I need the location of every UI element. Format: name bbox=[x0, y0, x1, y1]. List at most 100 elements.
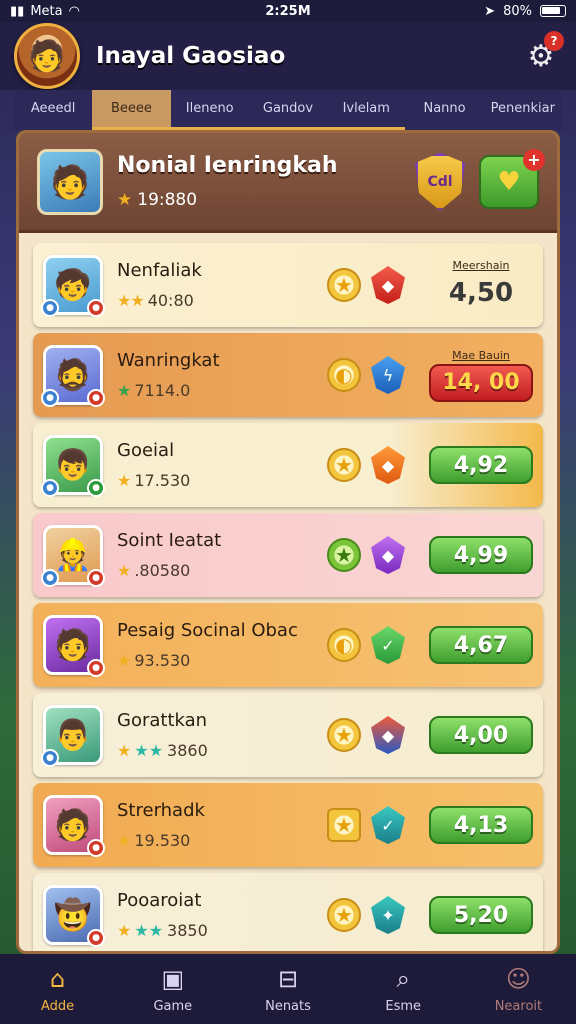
shield-label: Cdl bbox=[427, 173, 453, 190]
player-score: 17.530 bbox=[134, 471, 191, 490]
nav-label: Adde bbox=[41, 998, 75, 1014]
status-bar: ▮▮ Meta ◠ 2:25M ➤ 80% bbox=[0, 0, 576, 22]
coin-icon: ◐ bbox=[327, 628, 361, 662]
avatar: 👷 ● ● bbox=[41, 525, 105, 587]
star-icon: ★★ bbox=[117, 291, 145, 310]
home-icon: ⌂ bbox=[49, 964, 66, 993]
tab-3[interactable]: Gandov bbox=[248, 90, 328, 130]
nav-label: Game bbox=[153, 998, 193, 1014]
player-score: .80580 bbox=[134, 561, 191, 580]
settings-button[interactable]: ⚙ ? bbox=[520, 31, 564, 77]
badge-icon: ★ bbox=[327, 808, 361, 842]
ruby-gem-icon: ◆ bbox=[371, 266, 405, 304]
coin-icon: ◐ bbox=[327, 358, 361, 392]
rank-badge: ● bbox=[87, 479, 105, 497]
tab-4[interactable]: Ivlelam bbox=[327, 90, 406, 130]
list-item[interactable]: 👨 ● Gorattkan ★ ★★ 3860 ★ ◆ 4,00 bbox=[33, 693, 543, 777]
heart-icon: ♥ bbox=[497, 166, 521, 197]
avatar: 🧒 ● ● bbox=[41, 255, 105, 317]
nav-label: Esme bbox=[385, 998, 422, 1014]
value-button[interactable]: 4,67 bbox=[429, 626, 533, 664]
star-icon: ★ bbox=[117, 741, 131, 760]
list-item[interactable]: 🤠 ● Pooaroiat ★ ★★ 3850 ★ ✦ 5,20 bbox=[33, 873, 543, 951]
star-icon: ★ bbox=[117, 471, 131, 490]
nav-search[interactable]: ⌕ Esme bbox=[346, 954, 461, 1024]
star-icon: ★★ bbox=[134, 921, 164, 940]
reward-button[interactable]: ♥ + bbox=[479, 148, 545, 209]
level-badge: ● bbox=[41, 569, 59, 587]
orange-gem-icon: ◆ bbox=[371, 446, 405, 484]
nav-game[interactable]: ▣ Game bbox=[115, 954, 230, 1024]
player-score: 3850 bbox=[167, 921, 208, 940]
green-star-icon: ★ bbox=[327, 538, 361, 572]
profile-icon: ☺ bbox=[505, 964, 531, 993]
nav-home[interactable]: ⌂ Adde bbox=[0, 954, 115, 1024]
teal-gem-icon: ✦ bbox=[371, 896, 405, 934]
nav-label: Nenats bbox=[265, 998, 311, 1014]
star-icon: ★ bbox=[117, 381, 131, 400]
player-score: 7114.0 bbox=[134, 381, 191, 400]
player-score: 93.530 bbox=[134, 651, 191, 670]
value-button[interactable]: 14, 00 bbox=[429, 363, 533, 402]
shield-badge[interactable]: Cdl bbox=[415, 152, 465, 211]
list-item[interactable]: 👷 ● ● Soint Ieatat ★ .80580 ★ ◆ 4,99 bbox=[33, 513, 543, 597]
rank-badge: ● bbox=[87, 659, 105, 677]
sapphire-gem-icon: ϟ bbox=[371, 356, 405, 394]
level-badge: ● bbox=[41, 479, 59, 497]
player-name: Goeial bbox=[117, 440, 175, 461]
search-icon: ⌕ bbox=[396, 964, 410, 993]
teal-gem-icon: ✓ bbox=[371, 806, 405, 844]
notification-badge: ? bbox=[544, 31, 564, 51]
player-score: 19.530 bbox=[134, 831, 191, 850]
star-coin-icon: ★ bbox=[327, 898, 361, 932]
star-coin-icon: ★ bbox=[327, 448, 361, 482]
tab-2[interactable]: Ilenenо bbox=[170, 90, 249, 130]
list-item[interactable]: 🧔 ● ● Wanringkat ★ 7114.0 ◐ ϟ Mae Bauin 1… bbox=[33, 333, 543, 417]
game-icon: ▣ bbox=[161, 964, 185, 993]
value-button[interactable]: 4,13 bbox=[429, 806, 533, 844]
list-item[interactable]: 🧑 ● Pesaig Socinal Obac ★ 93.530 ◐ ✓ 4,67 bbox=[33, 603, 543, 687]
rank-badge: ● bbox=[87, 839, 105, 857]
tab-0[interactable]: Aeeedl bbox=[14, 90, 92, 130]
star-icon: ★★ bbox=[134, 741, 164, 760]
panel-title: Nonial Ienringkah bbox=[117, 153, 338, 178]
level-badge: ● bbox=[41, 389, 59, 407]
tab-1[interactable]: Beeee bbox=[92, 90, 171, 130]
panel-score-value: 19:880 bbox=[137, 190, 198, 210]
value-button[interactable]: 4,00 bbox=[429, 716, 533, 754]
value-button[interactable]: 4,99 bbox=[429, 536, 533, 574]
value-button[interactable]: 5,20 bbox=[429, 896, 533, 934]
rank-badge: ● bbox=[87, 569, 105, 587]
emerald-gem-icon: ✓ bbox=[371, 626, 405, 664]
tab-6[interactable]: Penenkiar bbox=[484, 90, 562, 130]
app-title: Inayal Gaosiao bbox=[96, 43, 286, 69]
tab-5[interactable]: Nanno bbox=[405, 90, 483, 130]
battery-icon bbox=[540, 5, 566, 17]
list-item[interactable]: 👦 ● ● Goeial ★ 17.530 ★ ◆ 4,92 bbox=[33, 423, 543, 507]
nav-news[interactable]: ⊟ Nenats bbox=[230, 954, 345, 1024]
panel-header: 🧑 Nonial Ienringkah ★ 19:880 Cdl ♥ + bbox=[19, 133, 557, 233]
avatar: 🧔 ● ● bbox=[41, 345, 105, 407]
tab-bar: Aeeedl Beeee Ilenenо Gandov Ivlelam Nann… bbox=[14, 90, 562, 130]
star-coin-icon: ★ bbox=[327, 268, 361, 302]
avatar: 👦 ● ● bbox=[41, 435, 105, 497]
rank-badge: ● bbox=[87, 929, 105, 947]
list-item[interactable]: 🧑 ● Strerhadk ★ 19.530 ★ ✓ 4,13 bbox=[33, 783, 543, 867]
list-item[interactable]: 🧒 ● ● Nenfaliak ★★ 40:80 ★ ◆ Meershain 4,… bbox=[33, 243, 543, 327]
avatar: 👨 ● bbox=[41, 705, 103, 767]
player-name: Pesaig Socinal Obac bbox=[117, 620, 298, 641]
star-icon: ★ bbox=[117, 831, 131, 850]
player-avatar[interactable]: 🧑 bbox=[37, 148, 103, 215]
rank-badge: ● bbox=[87, 389, 105, 407]
level-badge: ● bbox=[41, 299, 59, 317]
app-header: 🧑 Inayal Gaosiao ⚙ ? bbox=[0, 22, 576, 90]
user-avatar[interactable]: 🧑 bbox=[14, 23, 80, 89]
value-button[interactable]: 4,92 bbox=[429, 446, 533, 484]
crest-gem-icon: ◆ bbox=[371, 716, 405, 754]
nav-label: Nearoit bbox=[494, 998, 543, 1014]
rank-badge: ● bbox=[87, 299, 105, 317]
bottom-nav: ⌂ Adde ▣ Game ⊟ Nenats ⌕ Esme ☺ Nearoit bbox=[0, 954, 576, 1024]
player-name: Strerhadk bbox=[117, 800, 205, 821]
avatar: 🤠 ● bbox=[43, 885, 105, 947]
nav-profile[interactable]: ☺ Nearoit bbox=[461, 954, 576, 1024]
